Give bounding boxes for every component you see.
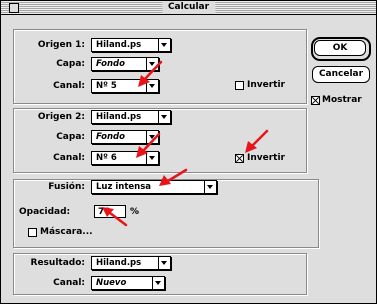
arrow-blending-mode <box>166 168 188 183</box>
arrow-opacity <box>108 211 128 227</box>
annotation-arrows <box>102 60 269 227</box>
arrow-source2-channel <box>141 132 161 153</box>
arrow-invert <box>250 129 269 148</box>
calculations-dialog: Calcular Origen 1: Hiland.ps Capa: Fondo… <box>0 0 377 304</box>
arrow-source1-channel <box>142 60 163 82</box>
